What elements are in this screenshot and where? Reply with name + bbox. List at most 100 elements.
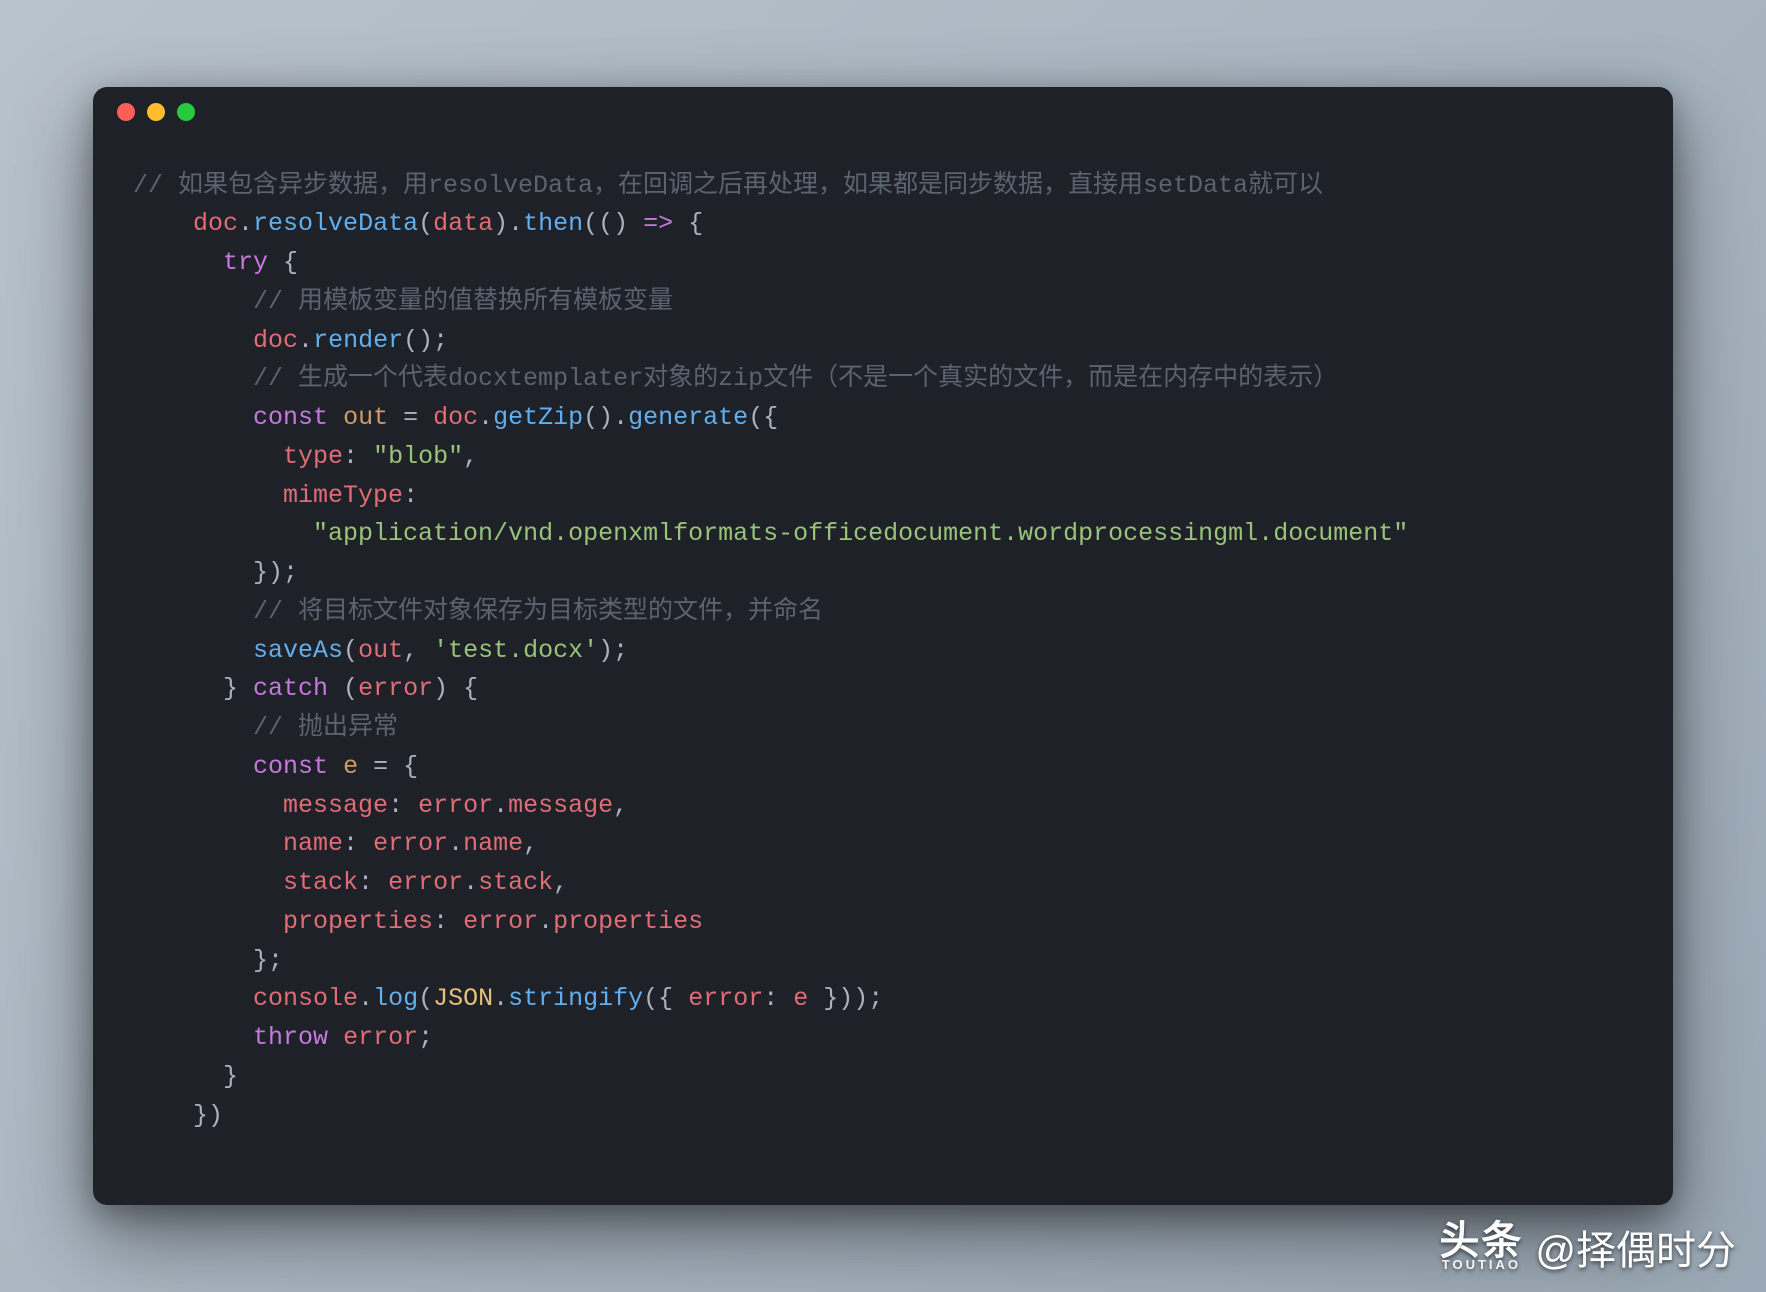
code-punct: };: [253, 946, 283, 975]
code-punct: }): [193, 1101, 223, 1130]
code-punct: .: [493, 984, 508, 1013]
code-punct: ,: [403, 636, 433, 665]
code-method: getZip: [493, 403, 583, 432]
code-punct: .: [538, 907, 553, 936]
code-comment: // 生成一个代表docxtemplater对象的zip文件（不是一个真实的文件…: [253, 364, 1338, 393]
code-punct: .: [463, 868, 478, 897]
code-punct: {: [673, 209, 703, 238]
code-arg: out: [358, 636, 403, 665]
code-ident: e: [793, 984, 808, 1013]
code-keyword: throw: [253, 1023, 328, 1052]
code-prop: message: [508, 791, 613, 820]
code-punct: :: [433, 907, 463, 936]
maximize-dot-icon[interactable]: [177, 103, 195, 121]
code-punct: );: [598, 636, 628, 665]
code-punct: .: [238, 209, 253, 238]
code-ident: doc: [253, 326, 298, 355]
code-punct: :: [388, 791, 418, 820]
code-punct: ,: [613, 791, 628, 820]
code-ident: doc: [433, 403, 478, 432]
code-ident: error: [343, 1023, 418, 1052]
code-ident: error: [373, 829, 448, 858]
watermark-logo-icon: 头条 TOUTIAO: [1439, 1223, 1523, 1271]
close-dot-icon[interactable]: [117, 103, 135, 121]
code-punct: :: [358, 868, 388, 897]
code-punct: ({: [748, 403, 778, 432]
code-method: stringify: [508, 984, 643, 1013]
code-method: log: [373, 984, 418, 1013]
code-prop: stack: [478, 868, 553, 897]
code-punct: (: [418, 984, 433, 1013]
code-method: then: [523, 209, 583, 238]
code-keyword: catch: [253, 674, 328, 703]
code-var: out: [343, 403, 388, 432]
code-punct: ();: [403, 326, 448, 355]
code-comment: // 将目标文件对象保存为目标类型的文件，并命名: [253, 597, 823, 626]
code-punct: ,: [553, 868, 568, 897]
code-punct: .: [478, 403, 493, 432]
code-string: 'test.docx': [433, 636, 598, 665]
code-var: e: [343, 752, 358, 781]
code-punct: }: [223, 674, 253, 703]
code-punct: ;: [418, 1023, 433, 1052]
code-ident: error: [463, 907, 538, 936]
code-punct: .: [448, 829, 463, 858]
code-keyword: const: [253, 752, 328, 781]
code-key: name: [283, 829, 343, 858]
code-param: error: [358, 674, 433, 703]
minimize-dot-icon[interactable]: [147, 103, 165, 121]
code-method: saveAs: [253, 636, 343, 665]
code-window: // 如果包含异步数据，用resolveData，在回调之后再处理，如果都是同步…: [93, 87, 1673, 1206]
code-prop: properties: [553, 907, 703, 936]
code-punct: ).: [493, 209, 523, 238]
code-punct: });: [253, 558, 298, 587]
code-ident: console: [253, 984, 358, 1013]
code-punct: :: [343, 442, 373, 471]
code-key: properties: [283, 907, 433, 936]
code-punct: ,: [463, 442, 478, 471]
code-punct: }: [223, 1062, 238, 1091]
code-punct: ().: [583, 403, 628, 432]
code-string: "application/vnd.openxmlformats-officedo…: [313, 519, 1408, 548]
code-punct: .: [493, 791, 508, 820]
code-arrow: =>: [643, 209, 673, 238]
code-string: "blob": [373, 442, 463, 471]
code-key: error: [688, 984, 763, 1013]
code-punct: }));: [808, 984, 883, 1013]
code-punct: ({: [643, 984, 688, 1013]
code-punct: (: [583, 209, 598, 238]
code-punct: :: [403, 481, 418, 510]
code-punct: {: [268, 248, 298, 277]
code-key: message: [283, 791, 388, 820]
watermark-logo-top: 头条: [1439, 1223, 1523, 1259]
code-key: mimeType: [283, 481, 403, 510]
code-prop: name: [463, 829, 523, 858]
code-punct: =: [388, 403, 433, 432]
code-key: type: [283, 442, 343, 471]
code-punct: ,: [523, 829, 538, 858]
code-method: render: [313, 326, 403, 355]
code-ident: doc: [193, 209, 238, 238]
code-comment: // 抛出异常: [253, 713, 398, 742]
code-param: data: [433, 209, 493, 238]
code-keyword: const: [253, 403, 328, 432]
code-comment: // 如果包含异步数据，用resolveData，在回调之后再处理，如果都是同步…: [133, 171, 1323, 200]
code-punct: (: [418, 209, 433, 238]
code-block: // 如果包含异步数据，用resolveData，在回调之后再处理，如果都是同步…: [93, 137, 1673, 1156]
code-ident: error: [418, 791, 493, 820]
code-punct: .: [358, 984, 373, 1013]
code-arrow: (): [598, 209, 643, 238]
code-method: generate: [628, 403, 748, 432]
window-titlebar: [93, 87, 1673, 137]
code-key: stack: [283, 868, 358, 897]
code-ident: error: [388, 868, 463, 897]
code-punct: (: [343, 636, 358, 665]
code-punct: ) {: [433, 674, 478, 703]
code-punct: :: [763, 984, 793, 1013]
code-method: resolveData: [253, 209, 418, 238]
watermark-handle: @择偶时分: [1535, 1218, 1736, 1276]
code-obj: JSON: [433, 984, 493, 1013]
watermark-logo-bot: TOUTIAO: [1442, 1259, 1521, 1271]
code-comment: // 用模板变量的值替换所有模板变量: [253, 287, 673, 316]
code-punct: :: [343, 829, 373, 858]
